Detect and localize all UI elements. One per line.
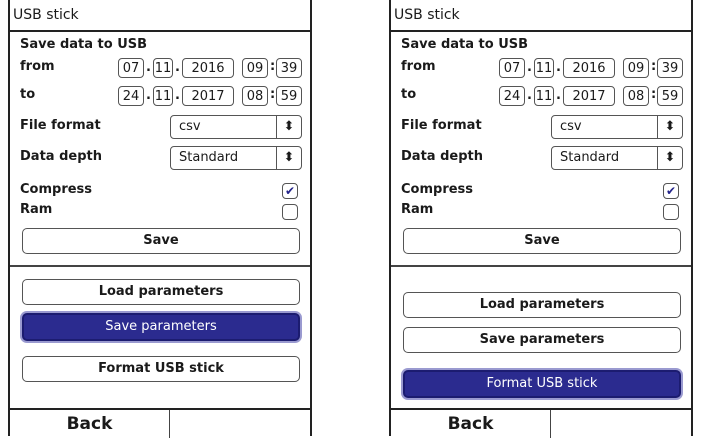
ram-checkbox[interactable] bbox=[282, 204, 298, 220]
to-label: to bbox=[401, 87, 417, 102]
to-date-sep-1: . bbox=[146, 88, 151, 103]
up-down-arrows-icon: ⬍ bbox=[657, 147, 682, 169]
from-month-field[interactable]: 11 bbox=[534, 58, 554, 78]
from-day-field[interactable]: 07 bbox=[118, 58, 144, 78]
from-label: from bbox=[401, 59, 436, 74]
data-depth-value: Standard bbox=[560, 150, 620, 165]
ram-label: Ram bbox=[401, 202, 434, 217]
up-down-arrows-icon: ⬍ bbox=[657, 116, 682, 138]
data-depth-select[interactable]: Standard ⬍ bbox=[551, 146, 683, 170]
load-parameters-button[interactable]: Load parameters bbox=[403, 292, 681, 318]
up-down-arrows-icon: ⬍ bbox=[276, 147, 301, 169]
to-date-sep-2: . bbox=[556, 88, 561, 103]
compress-checkbox[interactable]: ✔ bbox=[282, 183, 298, 199]
from-minute-field[interactable]: 39 bbox=[657, 58, 683, 78]
from-day-field[interactable]: 07 bbox=[499, 58, 525, 78]
file-format-label: File format bbox=[401, 118, 482, 133]
to-year-field[interactable]: 2017 bbox=[563, 86, 615, 106]
to-label: to bbox=[20, 87, 36, 102]
format-usb-stick-button[interactable]: Format USB stick bbox=[403, 370, 681, 398]
window-title: USB stick bbox=[391, 0, 691, 32]
load-parameters-button[interactable]: Load parameters bbox=[22, 279, 300, 305]
softkey-bar: Back bbox=[391, 408, 691, 438]
softkey-right[interactable] bbox=[170, 410, 310, 438]
data-depth-label: Data depth bbox=[401, 149, 483, 164]
data-depth-value: Standard bbox=[179, 150, 239, 165]
section-title: Save data to USB bbox=[401, 37, 529, 52]
back-button[interactable]: Back bbox=[391, 410, 551, 438]
from-label: from bbox=[20, 59, 55, 74]
window-title: USB stick bbox=[10, 0, 310, 32]
ram-checkbox[interactable] bbox=[663, 204, 679, 220]
file-format-value: csv bbox=[179, 119, 201, 134]
save-parameters-button[interactable]: Save parameters bbox=[22, 313, 300, 341]
softkey-bar: Back bbox=[10, 408, 310, 438]
to-day-field[interactable]: 24 bbox=[118, 86, 144, 106]
to-date-sep-2: . bbox=[175, 88, 180, 103]
save-button[interactable]: Save bbox=[403, 228, 681, 254]
from-date-sep-2: . bbox=[175, 60, 180, 75]
to-hour-field[interactable]: 08 bbox=[623, 86, 649, 106]
back-button[interactable]: Back bbox=[10, 410, 170, 438]
divider bbox=[391, 265, 691, 267]
compress-label: Compress bbox=[401, 182, 474, 197]
to-date-sep-1: . bbox=[527, 88, 532, 103]
usb-stick-screen-right: USB stick Save data to USB from 07 . 11 … bbox=[389, 0, 693, 438]
to-minute-field[interactable]: 59 bbox=[657, 86, 683, 106]
to-month-field[interactable]: 11 bbox=[534, 86, 554, 106]
to-month-field[interactable]: 11 bbox=[153, 86, 173, 106]
to-year-field[interactable]: 2017 bbox=[182, 86, 234, 106]
data-depth-select[interactable]: Standard ⬍ bbox=[170, 146, 302, 170]
up-down-arrows-icon: ⬍ bbox=[276, 116, 301, 138]
to-time-sep: : bbox=[651, 87, 657, 102]
section-title: Save data to USB bbox=[20, 37, 148, 52]
data-depth-label: Data depth bbox=[20, 149, 102, 164]
from-date-sep-2: . bbox=[556, 60, 561, 75]
divider bbox=[10, 265, 310, 267]
from-year-field[interactable]: 2016 bbox=[182, 58, 234, 78]
file-format-label: File format bbox=[20, 118, 101, 133]
compress-label: Compress bbox=[20, 182, 93, 197]
usb-stick-screen-left: USB stick Save data to USB from 07 . 11 … bbox=[8, 0, 312, 438]
to-time-sep: : bbox=[270, 87, 276, 102]
from-date-sep-1: . bbox=[146, 60, 151, 75]
compress-checkbox[interactable]: ✔ bbox=[663, 183, 679, 199]
from-month-field[interactable]: 11 bbox=[153, 58, 173, 78]
from-time-sep: : bbox=[651, 59, 657, 74]
checkmark-icon: ✔ bbox=[665, 184, 677, 198]
softkey-right[interactable] bbox=[551, 410, 691, 438]
from-hour-field[interactable]: 09 bbox=[242, 58, 268, 78]
format-usb-stick-button[interactable]: Format USB stick bbox=[22, 356, 300, 382]
checkmark-icon: ✔ bbox=[284, 184, 296, 198]
ram-label: Ram bbox=[20, 202, 53, 217]
to-minute-field[interactable]: 59 bbox=[276, 86, 302, 106]
from-hour-field[interactable]: 09 bbox=[623, 58, 649, 78]
save-button[interactable]: Save bbox=[22, 228, 300, 254]
from-year-field[interactable]: 2016 bbox=[563, 58, 615, 78]
save-parameters-button[interactable]: Save parameters bbox=[403, 327, 681, 353]
file-format-select[interactable]: csv ⬍ bbox=[170, 115, 302, 139]
from-minute-field[interactable]: 39 bbox=[276, 58, 302, 78]
from-time-sep: : bbox=[270, 59, 276, 74]
to-hour-field[interactable]: 08 bbox=[242, 86, 268, 106]
file-format-value: csv bbox=[560, 119, 582, 134]
from-date-sep-1: . bbox=[527, 60, 532, 75]
file-format-select[interactable]: csv ⬍ bbox=[551, 115, 683, 139]
to-day-field[interactable]: 24 bbox=[499, 86, 525, 106]
